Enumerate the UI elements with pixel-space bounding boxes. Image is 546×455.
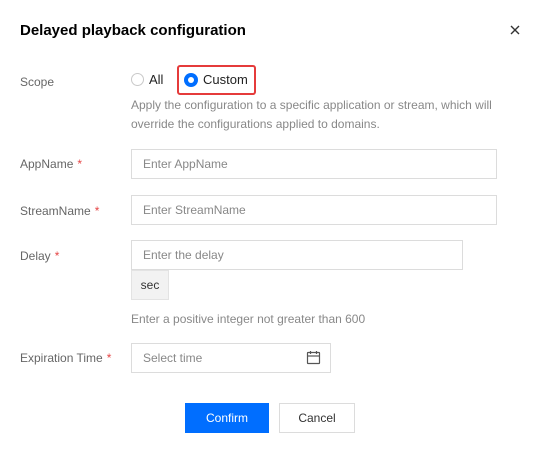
delay-help-text: Enter a positive integer not greater tha… [131,312,366,326]
scope-help-text: Apply the configuration to a specific ap… [131,96,492,134]
appname-label: AppName * [20,157,83,171]
cancel-button[interactable]: Cancel [279,403,355,433]
scope-radio-all[interactable]: All [131,72,163,87]
radio-checked-icon [184,72,198,87]
expiration-date-picker[interactable]: Select time [131,343,331,373]
calendar-icon[interactable] [306,350,321,365]
scope-help-line-2: override the configurations applied to d… [131,117,380,131]
confirm-button[interactable]: Confirm [185,403,269,433]
required-mark: * [77,157,83,171]
delay-input[interactable] [131,240,463,270]
expiration-placeholder: Select time [143,351,203,365]
dialog-title: Delayed playback configuration [20,22,246,39]
scope-radio-custom[interactable]: Custom [184,72,248,87]
expiration-label: Expiration Time * [20,351,112,365]
radio-unchecked-icon [131,73,144,86]
scope-radio-all-label: All [149,72,164,87]
close-icon[interactable] [506,21,524,39]
delay-label: Delay * [20,249,60,263]
streamname-input[interactable] [131,195,497,225]
scope-radio-custom-label: Custom [203,72,248,87]
appname-input[interactable] [131,149,497,179]
required-mark: * [106,351,112,365]
scope-help-line-1: Apply the configuration to a specific ap… [131,98,492,112]
required-mark: * [54,249,60,263]
streamname-label: StreamName * [20,204,100,218]
delay-unit: sec [131,270,169,300]
required-mark: * [94,204,100,218]
scope-label: Scope [20,75,55,89]
delayed-playback-dialog: Delayed playback configuration Scope All… [0,0,546,455]
